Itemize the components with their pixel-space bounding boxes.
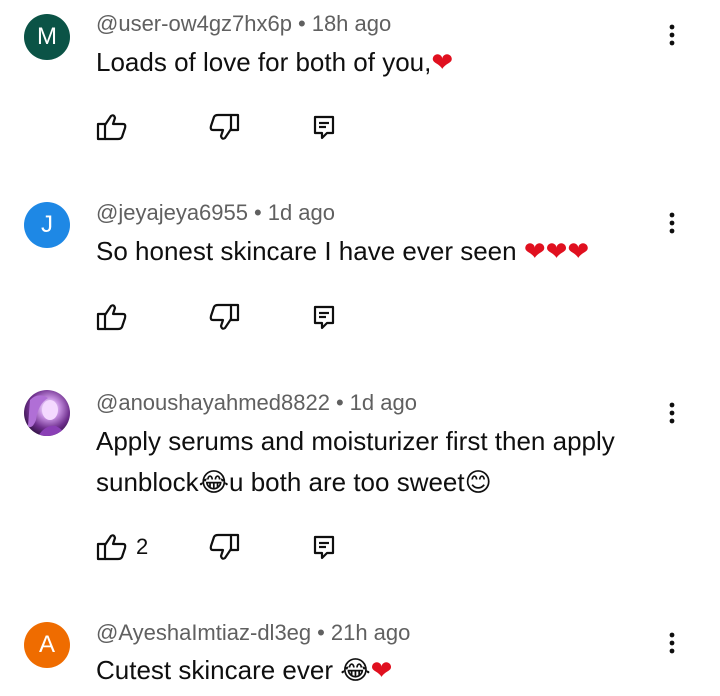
avatar[interactable]: M [24,14,70,60]
avatar[interactable]: A [24,622,70,668]
thumbs-down-icon [209,113,240,140]
like-count: 2 [136,534,149,559]
reply-button[interactable] [312,112,338,142]
avatar[interactable]: J [24,202,70,248]
heart-emoji: ❤ [567,236,590,266]
comment-meta: @user-ow4gz7hx6p • 18h ago [96,11,391,37]
comment-text-line: sunblock😂u both are too sweet😊 [96,462,676,503]
comment-meta: @anoushayahmed8822 • 1d ago [96,390,417,416]
dislike-button[interactable] [208,302,240,332]
laughing-emoji: 😂 [198,467,230,497]
heart-emoji: ❤ [545,236,568,266]
laughing-emoji: 😂 [340,655,371,685]
thumbs-down-icon [209,533,240,560]
comment-text-content: So honest skincare I have ever seen [96,236,524,266]
like-button[interactable] [96,112,128,142]
heart-emoji: ❤ [523,236,546,266]
reply-icon [313,115,335,140]
meta-separator: • [317,620,325,645]
comment-text-content: Cutest skincare ever [96,655,341,685]
thumbs-down-icon [209,303,240,330]
comment-text-content: u both are too sweet [229,467,465,497]
comment-author[interactable]: @jeyajeya6955 [96,200,248,225]
thumbs-up-icon [96,534,127,561]
heart-emoji: ❤ [370,655,393,685]
reply-icon [313,305,335,330]
comment-text: So honest skincare I have ever seen ❤❤❤ [96,231,676,272]
profile-photo-icon [28,395,66,436]
smiling-emoji: 😊 [464,467,492,497]
comment-author[interactable]: @AyeshaImtiaz-dl3eg [96,620,311,645]
comment-time: 1d ago [349,390,417,415]
comment-text-content: sunblock [96,467,199,497]
like-button[interactable]: 2 [96,532,148,562]
comment-meta: @jeyajeya6955 • 1d ago [96,200,335,226]
comment-text: Cutest skincare ever 😂❤ [96,650,676,691]
dislike-button[interactable] [208,112,240,142]
meta-separator: • [298,11,306,36]
comment-text-content: Loads of love for both of you, [96,47,432,77]
avatar[interactable] [24,390,70,436]
comment-time: 1d ago [267,200,335,225]
comment-author[interactable]: @anoushayahmed8822 [96,390,330,415]
reply-icon [313,535,335,560]
comment-author[interactable]: @user-ow4gz7hx6p [96,11,292,36]
dislike-button[interactable] [208,532,240,562]
meta-separator: • [335,390,344,415]
comment-text: Loads of love for both of you,❤ [96,42,676,83]
reply-button[interactable] [312,302,338,332]
comment-text-line: Apply serums and moisturizer first then … [96,426,615,456]
comment-time: 21h ago [330,620,411,645]
heart-emoji: ❤ [431,47,454,77]
comment-meta: @AyeshaImtiaz-dl3eg • 21h ago [96,620,410,646]
comment-time: 18h ago [311,11,392,36]
thumbs-up-icon [96,304,127,331]
meta-separator: • [254,200,262,225]
reply-button[interactable] [312,532,338,562]
thumbs-up-icon [96,114,127,141]
comment-text: Apply serums and moisturizer first then … [96,421,676,503]
like-button[interactable] [96,302,128,332]
